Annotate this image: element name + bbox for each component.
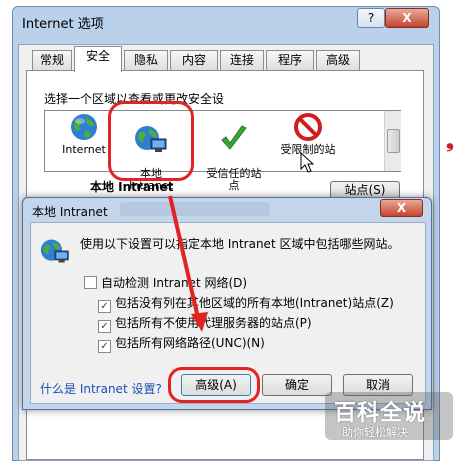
tab-content[interactable]: 内容 [170,50,218,70]
auto-detect-checkbox[interactable]: 自动检测 Intranet 网络(D) [84,276,247,290]
checkbox-box[interactable]: ✓ [98,300,111,313]
checkbox-box[interactable]: ✓ [98,320,111,333]
globe-icon [71,114,97,140]
dialog-title: 本地 Intranet [32,205,108,219]
include-local-sites-label: 包括没有列在其他区域的所有本地(Intranet)站点(Z) [115,296,394,310]
zone-trusted-sites[interactable]: 受信任的站 点 [198,112,270,192]
tab-privacy[interactable]: 隐私 [124,50,168,70]
intranet-icon [40,239,69,263]
tab-security[interactable]: 安全 [74,46,122,72]
highlight-circle-advanced [168,367,260,403]
ok-button[interactable]: 确定 [262,374,332,396]
tab-advanced[interactable]: 高级 [316,50,360,70]
checkbox-box[interactable] [84,276,97,289]
checkbox-box[interactable]: ✓ [98,340,111,353]
zone-trusted-label: 受信任的站 点 [206,167,262,192]
include-unc-checkbox[interactable]: ✓ 包括所有网络路径(UNC)(N) [98,336,265,353]
bypass-proxy-label: 包括所有不使用代理服务器的站点(P) [115,316,312,330]
checkmark-icon [221,125,247,150]
blurred-title-text [120,202,270,216]
dialog-close-button[interactable]: X [380,199,423,217]
zone-internet-label: Internet [62,143,106,156]
scrollbar-thumb[interactable] [387,129,400,153]
auto-detect-label: 自动检测 Intranet 网络(D) [101,276,248,290]
bypass-proxy-checkbox[interactable]: ✓ 包括所有不使用代理服务器的站点(P) [98,316,312,333]
watermark-title: 百科全说 [334,401,427,426]
zone-list-scrollbar[interactable] [384,111,401,171]
watermark-subtitle: 助你轻松解决 [342,426,408,439]
tab-programs[interactable]: 程序 [266,50,314,70]
mouse-cursor-icon [300,152,314,173]
window-title: Internet 选项 [22,17,104,32]
close-button[interactable]: X [385,8,429,28]
decorative-mark: ❟ [446,128,454,152]
highlight-circle-intranet [108,101,194,181]
intranet-settings-help-link[interactable]: 什么是 Intranet 设置? [40,380,162,397]
dialog-description: 使用以下设置可以指定本地 Intranet 区域中包括哪些网站。 [80,237,400,251]
include-local-sites-checkbox[interactable]: ✓ 包括没有列在其他区域的所有本地(Intranet)站点(Z) [98,296,394,313]
tab-connections[interactable]: 连接 [220,50,264,70]
include-unc-label: 包括所有网络路径(UNC)(N) [115,336,265,350]
restricted-icon [294,113,322,141]
help-button[interactable]: ? [357,8,385,28]
tab-general[interactable]: 常规 [32,50,72,70]
zone-restricted-sites[interactable]: 受限制的站 [272,112,344,156]
